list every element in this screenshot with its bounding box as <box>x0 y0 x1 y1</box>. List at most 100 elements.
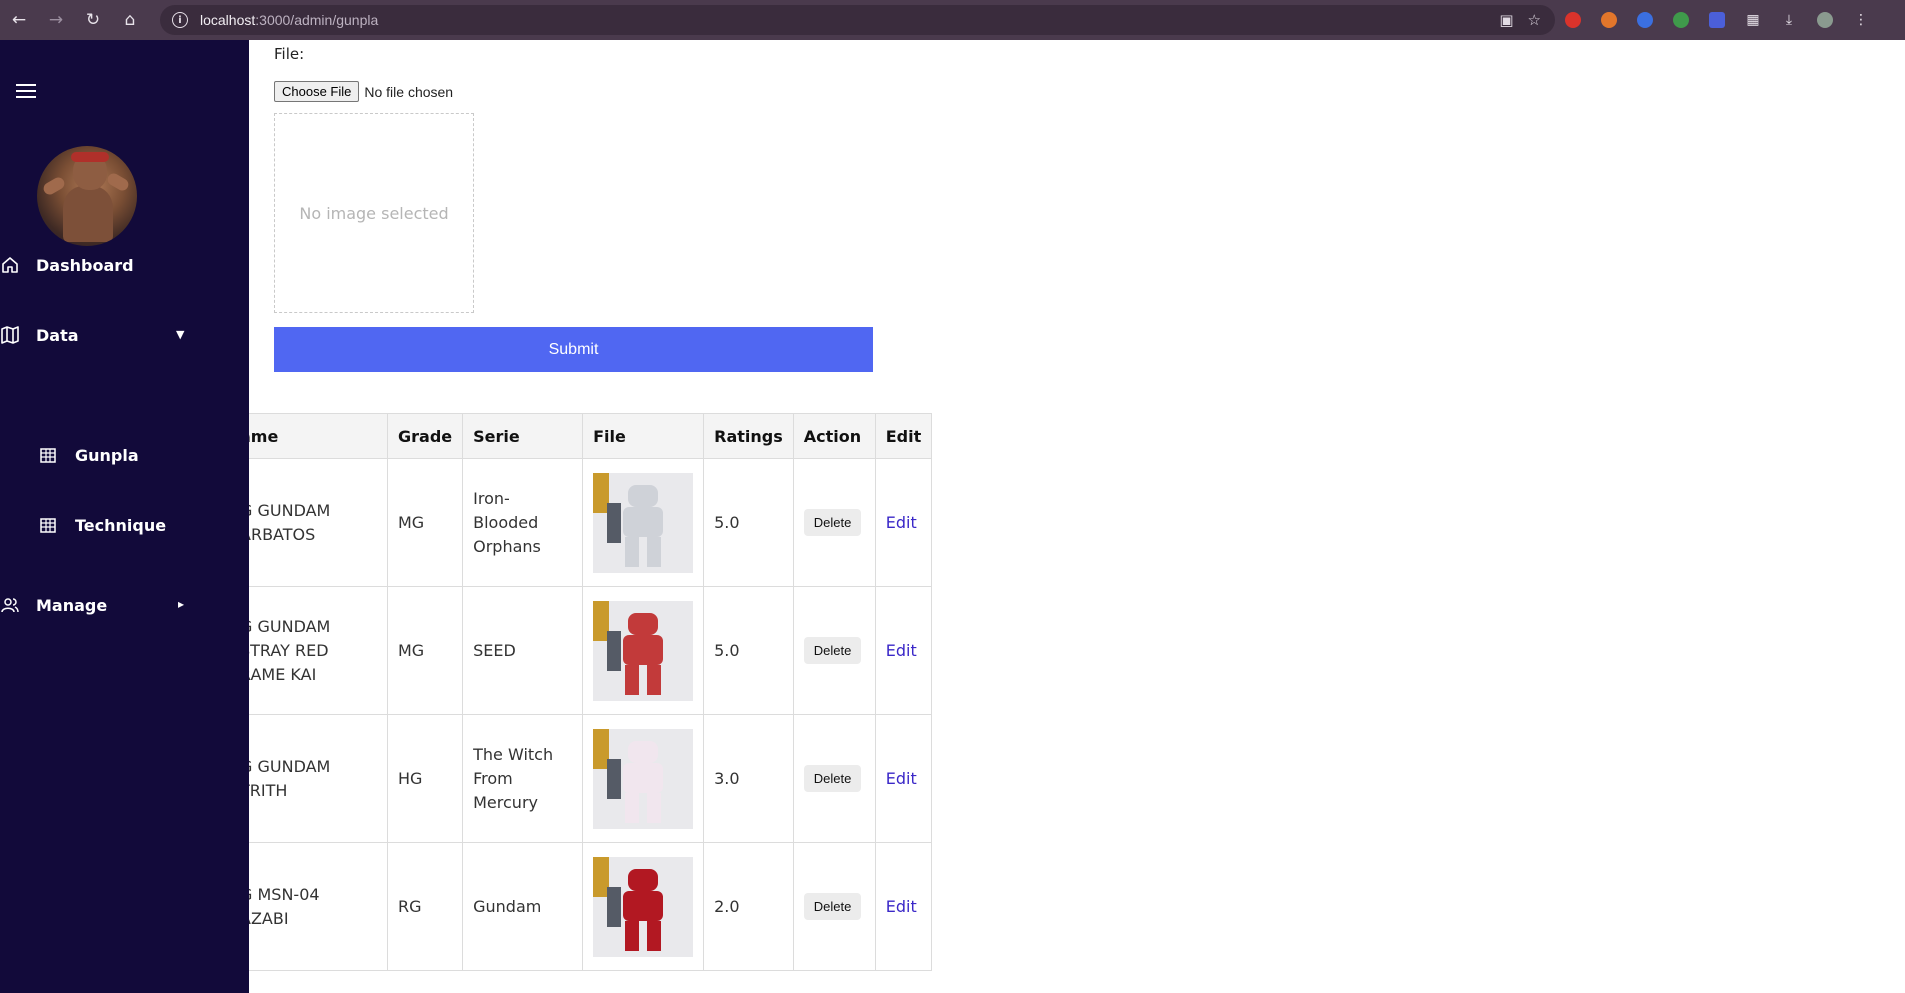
extensions-puzzle-icon[interactable]: ▦ <box>1735 2 1771 38</box>
sidebar-item-manage[interactable]: Manage ▸ <box>0 585 249 625</box>
sidebar-item-data[interactable]: Data ▼ <box>0 315 249 355</box>
column-header-name: ame <box>249 413 388 459</box>
cell-grade: MG <box>386 586 464 715</box>
edit-link[interactable]: Edit <box>886 769 917 788</box>
serie-line: SEED <box>473 640 516 660</box>
cell-name: G GUNDAM ARBATOS <box>249 458 388 587</box>
cell-file <box>582 586 705 715</box>
name-line: G MSN-04 <box>249 884 320 904</box>
extension-leaf-icon[interactable] <box>1663 2 1699 38</box>
url-text: localhost:3000/admin/gunpla <box>200 12 379 28</box>
column-header-file: File <box>582 413 705 459</box>
extension-red-icon[interactable] <box>1555 2 1591 38</box>
column-header-serie: Serie <box>462 413 584 459</box>
table-header-row: ame Grade Serie File Ratings Action Edit <box>249 413 933 459</box>
extension-fox-icon[interactable] <box>1591 2 1627 38</box>
serie-line: Gundam <box>473 896 542 916</box>
file-label: File: <box>274 45 305 63</box>
column-header-grade: Grade <box>386 413 464 459</box>
gunpla-thumbnail <box>593 600 694 701</box>
name-line: G GUNDAM <box>249 616 331 636</box>
cell-rating: 5.0 <box>703 586 794 715</box>
table-icon <box>38 515 58 535</box>
cell-rating: 5.0 <box>703 458 794 587</box>
gunpla-thumbnail <box>593 728 694 829</box>
choose-file-button[interactable]: Choose File <box>274 81 360 102</box>
column-header-ratings: Ratings <box>703 413 794 459</box>
delete-button[interactable]: Delete <box>803 893 862 920</box>
cell-serie: Gundam <box>462 842 584 971</box>
sidebar-item-dashboard[interactable]: Dashboard <box>0 245 134 285</box>
back-icon[interactable]: ← <box>1 2 37 38</box>
gunpla-thumbnail <box>593 856 694 957</box>
cell-edit: Edit <box>874 714 933 843</box>
file-input[interactable]: Choose File No file chosen <box>274 81 453 102</box>
cell-name: G MSN-04 AZABI <box>249 842 388 971</box>
cell-edit: Edit <box>874 842 933 971</box>
hamburger-menu-icon[interactable] <box>16 84 36 98</box>
serie-line: Iron- <box>473 488 510 508</box>
serie-line: Orphans <box>473 536 541 556</box>
serie-line: Mercury <box>473 792 538 812</box>
edit-link[interactable]: Edit <box>886 641 917 660</box>
home-icon[interactable]: ⌂ <box>112 2 148 38</box>
bookmark-star-icon[interactable]: ☆ <box>1528 11 1541 29</box>
edit-link[interactable]: Edit <box>886 897 917 916</box>
delete-button[interactable]: Delete <box>803 765 862 792</box>
cell-file <box>582 842 705 971</box>
menu-kebab-icon[interactable]: ⋮ <box>1843 2 1879 38</box>
install-app-icon[interactable]: ▣ <box>1499 11 1513 29</box>
cell-action: Delete <box>792 714 876 843</box>
no-image-text: No image selected <box>299 203 449 223</box>
table-icon <box>38 445 58 465</box>
cell-grade: HG <box>386 714 464 843</box>
profile-avatar-icon[interactable] <box>1807 2 1843 38</box>
sidebar: Dashboard Data ▼ Gunpla Technique Manage… <box>0 40 249 993</box>
sidebar-item-label: Gunpla <box>75 445 139 465</box>
extension-blue-icon[interactable] <box>1627 2 1663 38</box>
sidebar-item-gunpla[interactable]: Gunpla <box>0 435 139 475</box>
column-header-edit: Edit <box>874 413 933 459</box>
edit-link[interactable]: Edit <box>886 513 917 532</box>
gunpla-thumbnail <box>593 472 694 573</box>
sidebar-item-label: Technique <box>75 515 167 535</box>
map-icon <box>0 325 20 345</box>
submit-button[interactable]: Submit <box>274 327 873 372</box>
column-header-action: Action <box>792 413 876 459</box>
reload-icon[interactable]: ↻ <box>75 2 111 38</box>
cell-action: Delete <box>792 458 876 587</box>
forward-icon[interactable]: → <box>38 2 74 38</box>
name-line: G GUNDAM <box>249 500 331 520</box>
extension-shield-icon[interactable] <box>1699 2 1735 38</box>
download-icon[interactable]: ⤓ <box>1771 2 1807 38</box>
users-icon <box>0 595 20 615</box>
address-bar[interactable]: i localhost:3000/admin/gunpla ▣ ☆ <box>160 5 1555 35</box>
cell-serie: SEED <box>462 586 584 715</box>
table-row: G GUNDAM TRITH HG The Witch From Mercury 3.0 De… <box>249 714 933 843</box>
cell-grade: RG <box>386 842 464 971</box>
name-line: G GUNDAM <box>249 756 331 776</box>
name-line: ARBATOS <box>249 524 316 544</box>
name-line: RAME KAI <box>249 664 317 684</box>
cell-serie: The Witch From Mercury <box>462 714 584 843</box>
gunpla-table: ame Grade Serie File Ratings Action Edit… <box>249 413 933 971</box>
sidebar-item-label: Manage <box>36 595 108 615</box>
chevron-down-icon: ▼ <box>176 328 185 341</box>
table-row: G GUNDAM ARBATOS MG Iron- Blooded Orphans 5.0 D… <box>249 458 933 587</box>
home-icon <box>0 255 20 275</box>
serie-line: Blooded <box>473 512 539 532</box>
cell-action: Delete <box>792 842 876 971</box>
name-line: AZABI <box>249 908 289 928</box>
sidebar-item-technique[interactable]: Technique <box>0 505 166 545</box>
sidebar-item-label: Dashboard <box>36 255 134 275</box>
cell-serie: Iron- Blooded Orphans <box>462 458 584 587</box>
cell-name: G GUNDAM STRAY RED RAME KAI <box>249 586 388 715</box>
cell-action: Delete <box>792 586 876 715</box>
serie-line: From <box>473 768 513 788</box>
avatar <box>37 146 137 246</box>
delete-button[interactable]: Delete <box>803 509 862 536</box>
site-info-icon[interactable]: i <box>172 12 188 28</box>
delete-button[interactable]: Delete <box>803 637 862 664</box>
table-row: G MSN-04 AZABI RG Gundam 2.0 Delete Edit <box>249 842 933 971</box>
sidebar-item-label: Data <box>36 325 79 345</box>
